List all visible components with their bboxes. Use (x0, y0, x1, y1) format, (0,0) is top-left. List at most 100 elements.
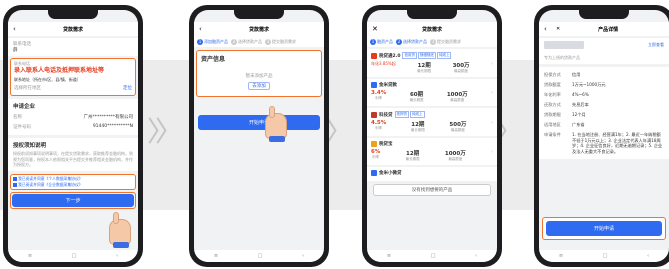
menu-icon[interactable]: ≡ (387, 253, 391, 259)
home-icon[interactable]: □ (431, 253, 436, 259)
product-term: 12期 (417, 63, 431, 69)
page-title: 贷款需求 (62, 26, 83, 33)
product-tag: 抵押贷 (394, 111, 409, 118)
detail-row: 适用地区 广东省 (544, 122, 585, 127)
notch (579, 10, 629, 19)
screen-product-detail: ‹ ✕ 产品详情 立即查看 专为上线的贷款产品 担保方式 信用 贷款额度 1万元~1… (539, 10, 669, 262)
back-nav-icon[interactable]: ‹ (475, 253, 477, 259)
term-caption: 最长期限 (410, 128, 425, 132)
chevron-right-icon: 〉〉 (147, 115, 183, 148)
product-name: 金米小微贷 (379, 171, 402, 176)
product-card[interactable]: 科技贷 抵押贷 纯线上 4.5% 利率 12期 最长期限 500万 最高额度 › (367, 108, 497, 136)
home-icon[interactable]: □ (258, 253, 263, 259)
rate-caption: 利率 (375, 126, 383, 130)
product-card[interactable]: 金米小微贷 (367, 167, 497, 181)
phone-4: ‹ ✕ 产品详情 立即查看 专为上线的贷款产品 担保方式 信用 贷款额度 1万元~1… (534, 5, 669, 267)
checkbox-icon[interactable] (13, 176, 17, 181)
pointing-hand-icon (265, 106, 287, 142)
address-field[interactable]: 选择所在地区 定位 (14, 83, 132, 93)
close-icon[interactable]: ✕ (372, 25, 384, 33)
product-amount: 300万 (452, 63, 470, 69)
system-nav: ≡ □ ‹ (367, 250, 497, 262)
amount-caption: 最高额度 (454, 69, 469, 73)
amount-caption: 最高额度 (448, 157, 463, 161)
page-title: 产品详情 (598, 26, 619, 33)
company-code-value: 91440**********N (92, 124, 133, 129)
detail-row: 担保方式 信用 (544, 72, 581, 77)
back-icon[interactable]: ‹ (199, 25, 211, 33)
detail-table: 担保方式 信用 贷款额度 1万元~1000万元 年化利率 4%~6% 还款方式 先息后本… (539, 67, 669, 159)
menu-icon[interactable]: ≡ (559, 253, 563, 259)
step-3: 3 提交融资需求 (265, 38, 296, 45)
add-product-button[interactable]: 去添加 (248, 82, 270, 90)
product-card[interactable]: 金米贷款 3.4% 利率 60期 最长期限 1000万 最高额度 › (367, 79, 497, 106)
checkbox-icon[interactable] (13, 182, 17, 187)
rate-caption: 利率 (375, 96, 383, 100)
step-2: 2 选择贷款产品 (396, 38, 427, 45)
screen-product-list: ✕ 贷款需求 1 融资产品 2 选择贷款产品 3 提交融资需求 税贷通2.0 信用贷 … (367, 10, 497, 262)
back-nav-icon[interactable]: ‹ (647, 253, 649, 259)
home-icon[interactable]: □ (603, 253, 608, 259)
address-input[interactable]: 选择所在地区 (14, 85, 41, 91)
product-rate: 年化3.85%起 (371, 61, 396, 66)
product-logo-icon (371, 170, 377, 176)
contact-section: 联系电话 薛 (8, 38, 138, 56)
product-logo-icon (371, 111, 377, 118)
page-title: 贷款需求 (248, 26, 269, 33)
section-title: 资产信息 (201, 56, 226, 63)
empty-text: 暂未添加产品 (245, 74, 273, 79)
chevron-right-icon: › (490, 120, 493, 126)
product-card[interactable]: 税贷通2.0 信用贷 随借随还 纯线上 年化3.85%起 12期 最长期限 300… (367, 49, 497, 77)
detail-row: 贷款额度 1万元~1000万元 (544, 82, 606, 87)
product-amount: 1000万 (444, 151, 466, 157)
agreement-2[interactable]: 我已阅读并同意《企业数据采集协议》 (13, 182, 133, 188)
step-indicator: 1 融资产品 2 选择贷款产品 3 提交融资需求 (367, 36, 497, 47)
back-icon[interactable]: ‹ (544, 25, 556, 33)
locate-button[interactable]: 定位 (123, 85, 132, 91)
product-tag: 纯线上 (436, 52, 452, 59)
product-amount: 500万 (449, 122, 467, 128)
more-products-button[interactable]: 没有找到想要的产品 (373, 184, 491, 196)
rate-caption: 利率 (372, 155, 380, 159)
asset-section-highlight: 资产信息 暂未添加产品 去添加 (196, 50, 322, 97)
amount-caption: 最高额度 (450, 98, 465, 102)
back-nav-icon[interactable]: ‹ (302, 253, 304, 259)
product-term: 12期 (406, 151, 420, 157)
chevron-right-icon: › (491, 149, 493, 155)
notch (407, 10, 457, 19)
company-header: 申请企业 (13, 104, 36, 110)
note-text: 授权前须知事项说明事项，在提交贷款需求，获取推荐金融机构，则视为您同意，授权本人… (13, 151, 133, 167)
close-icon[interactable]: ✕ (556, 26, 560, 32)
term-caption: 最长期限 (417, 69, 432, 73)
product-header-card: 立即查看 专为上线的贷款产品 (539, 38, 669, 64)
next-button[interactable]: 下一步 (12, 193, 134, 207)
detail-row: 年化利率 4%~6% (544, 92, 589, 97)
product-name: 金米贷款 (379, 83, 397, 88)
company-section: 申请企业 名称 广州**********有限公司 证件号码 91440*******… (8, 99, 138, 135)
product-logo (544, 41, 584, 49)
contact-value[interactable]: 薛 (13, 47, 133, 53)
product-card[interactable]: 税贷宝 6% 利率 12期 最长期限 1000万 最高额度 › (367, 138, 497, 165)
back-icon[interactable]: ‹ (13, 25, 25, 33)
product-name: 税贷通2.0 (379, 53, 401, 59)
back-nav-icon[interactable]: ‹ (116, 253, 118, 259)
menu-icon[interactable]: ≡ (214, 253, 218, 259)
detail-row: 贷款期限 12个月 (544, 112, 586, 117)
phone-3: ✕ 贷款需求 1 融资产品 2 选择贷款产品 3 提交融资需求 税贷通2.0 信用贷 … (362, 5, 502, 267)
view-link[interactable]: 立即查看 (648, 42, 664, 48)
detail-row: 还款方式 先息后本 (544, 102, 589, 107)
start-apply-button[interactable]: 开始申请 (546, 221, 662, 236)
chevron-right-icon: › (490, 90, 493, 96)
product-tag: 信用贷 (402, 52, 417, 59)
home-icon[interactable]: □ (72, 253, 77, 259)
phone-2: ‹ 贷款需求 1 添加融资产品 2 选择贷款产品 3 提交融资需求 资产信息 暂未添加… (189, 5, 329, 267)
company-name-value: 广州**********有限公司 (83, 115, 134, 120)
product-term: 60期 (409, 92, 424, 98)
term-caption: 最长期限 (409, 98, 424, 102)
system-nav: ≡ □ ‹ (539, 250, 669, 262)
start-wrap: 开始申请 (198, 115, 320, 130)
product-tag: 纯线上 (410, 111, 425, 118)
menu-icon[interactable]: ≡ (28, 253, 32, 259)
start-apply-button[interactable]: 开始申请 (198, 115, 320, 130)
step-2: 2 选择贷款产品 (231, 38, 262, 45)
